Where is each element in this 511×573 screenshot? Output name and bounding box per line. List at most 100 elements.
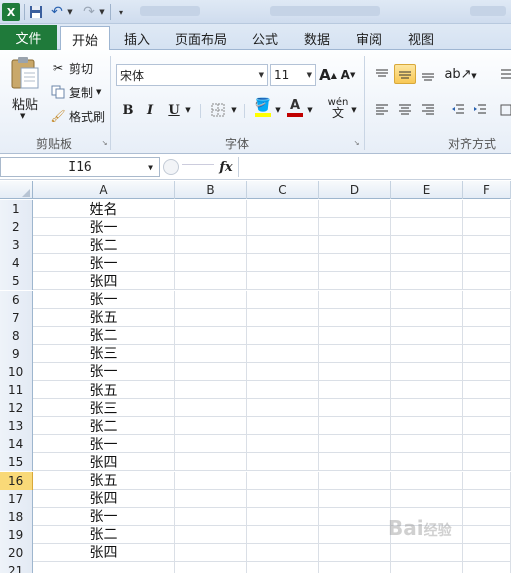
font-name-field[interactable]: 宋体 ▼ <box>116 64 268 86</box>
cell-c[interactable] <box>247 489 319 507</box>
align-top-button[interactable] <box>372 64 392 84</box>
cell-d[interactable] <box>319 525 391 543</box>
cell-e[interactable] <box>391 417 463 435</box>
cell-b[interactable] <box>175 453 247 471</box>
fill-color-button[interactable]: 🪣 <box>252 98 274 118</box>
row-header[interactable]: 5 <box>0 272 33 291</box>
cell-d[interactable] <box>319 399 391 417</box>
font-size-field[interactable]: 11 ▼ <box>270 64 316 86</box>
cell-e[interactable] <box>391 489 463 507</box>
cell-e[interactable] <box>391 399 463 417</box>
name-box[interactable]: I16 ▼ <box>0 157 160 177</box>
cell-e[interactable] <box>391 435 463 453</box>
copy-dropdown-icon[interactable]: ▼ <box>96 88 101 96</box>
cell-b[interactable] <box>175 200 247 217</box>
cell-d[interactable] <box>319 543 391 561</box>
cell-a[interactable]: 张一 <box>33 362 175 380</box>
cell-f[interactable] <box>463 453 511 471</box>
cell-d[interactable] <box>319 290 391 308</box>
cell-e[interactable] <box>391 254 463 272</box>
row-header[interactable]: 19 <box>0 525 33 544</box>
cell-f[interactable] <box>463 381 511 398</box>
paste-button[interactable]: 粘贴 <box>8 94 42 113</box>
chevron-down-icon[interactable]: ▼ <box>259 71 264 79</box>
column-header-d[interactable]: D <box>319 181 391 199</box>
cell-c[interactable] <box>247 272 319 290</box>
cell-d[interactable] <box>319 272 391 290</box>
phonetic-guide-button[interactable]: wén 文 <box>326 98 350 120</box>
cell-f[interactable] <box>463 471 511 489</box>
increase-indent-button[interactable] <box>470 100 490 120</box>
cell-e[interactable] <box>391 236 463 254</box>
font-color-button[interactable]: A <box>286 98 304 118</box>
cell-c[interactable] <box>247 236 319 254</box>
cell-a[interactable]: 张三 <box>33 399 175 417</box>
row-header[interactable]: 1 <box>0 200 33 218</box>
row-header[interactable]: 20 <box>0 543 33 562</box>
grow-font-button[interactable]: A ▲ <box>319 65 337 85</box>
font-launcher-icon[interactable]: ↘ <box>352 138 361 147</box>
cell-c[interactable] <box>247 254 319 272</box>
column-header-b[interactable]: B <box>175 181 247 199</box>
cell-a[interactable]: 张四 <box>33 543 175 561</box>
column-header-c[interactable]: C <box>247 181 319 199</box>
bold-button[interactable]: B <box>120 100 136 120</box>
decrease-indent-button[interactable] <box>448 100 468 120</box>
cell-b[interactable] <box>175 344 247 362</box>
text-orientation-button[interactable]: ab↗ <box>444 64 471 84</box>
cell-e[interactable] <box>391 308 463 326</box>
row-header[interactable]: 8 <box>0 326 33 345</box>
tab-page-layout[interactable]: 页面布局 <box>168 26 234 50</box>
cell-a[interactable]: 张四 <box>33 453 175 471</box>
cell-b[interactable] <box>175 272 247 290</box>
cell-a[interactable]: 张一 <box>33 290 175 308</box>
cell-e[interactable] <box>391 290 463 308</box>
cell-e[interactable] <box>391 453 463 471</box>
cell-c[interactable] <box>247 417 319 435</box>
cell-c[interactable] <box>247 471 319 489</box>
chevron-down-icon[interactable]: ▼ <box>307 71 312 79</box>
cell-a[interactable]: 张一 <box>33 507 175 525</box>
cell-e[interactable] <box>391 471 463 489</box>
tab-formulas[interactable]: 公式 <box>244 26 286 50</box>
cell-d[interactable] <box>319 562 391 573</box>
align-center-button[interactable] <box>394 100 416 120</box>
border-button[interactable] <box>208 100 228 120</box>
underline-dropdown-icon[interactable]: ▼ <box>184 100 192 120</box>
paste-dropdown-icon[interactable]: ▼ <box>20 112 25 120</box>
formula-bar-handle[interactable] <box>163 159 179 175</box>
row-header[interactable]: 7 <box>0 308 33 327</box>
align-left-button[interactable] <box>372 100 392 120</box>
row-header[interactable]: 2 <box>0 218 33 237</box>
cell-f[interactable] <box>463 562 511 573</box>
cell-a[interactable]: 张一 <box>33 435 175 453</box>
cell-f[interactable] <box>463 489 511 507</box>
cell-c[interactable] <box>247 200 319 217</box>
fill-color-dropdown-icon[interactable]: ▼ <box>274 100 282 120</box>
row-header[interactable]: 18 <box>0 507 33 526</box>
cell-c[interactable] <box>247 435 319 453</box>
row-header[interactable]: 4 <box>0 254 33 273</box>
cell-b[interactable] <box>175 362 247 380</box>
cell-c[interactable] <box>247 381 319 398</box>
shrink-font-button[interactable]: A ▼ <box>340 65 356 85</box>
cell-a[interactable]: 张二 <box>33 525 175 543</box>
cell-c[interactable] <box>247 543 319 561</box>
cell-b[interactable] <box>175 435 247 453</box>
cell-f[interactable] <box>463 218 511 236</box>
cell-b[interactable] <box>175 290 247 308</box>
cell-d[interactable] <box>319 381 391 398</box>
cell-f[interactable] <box>463 417 511 435</box>
cell-d[interactable] <box>319 362 391 380</box>
row-header[interactable]: 13 <box>0 417 33 436</box>
cell-e[interactable] <box>391 562 463 573</box>
cell-c[interactable] <box>247 218 319 236</box>
cell-f[interactable] <box>463 326 511 344</box>
cell-f[interactable] <box>463 272 511 290</box>
cell-d[interactable] <box>319 471 391 489</box>
format-painter-button[interactable]: 🖌 格式刷 <box>50 107 105 125</box>
border-dropdown-icon[interactable]: ▼ <box>230 100 238 120</box>
row-header[interactable]: 21 <box>0 562 33 573</box>
tab-data[interactable]: 数据 <box>296 26 338 50</box>
cell-c[interactable] <box>247 344 319 362</box>
